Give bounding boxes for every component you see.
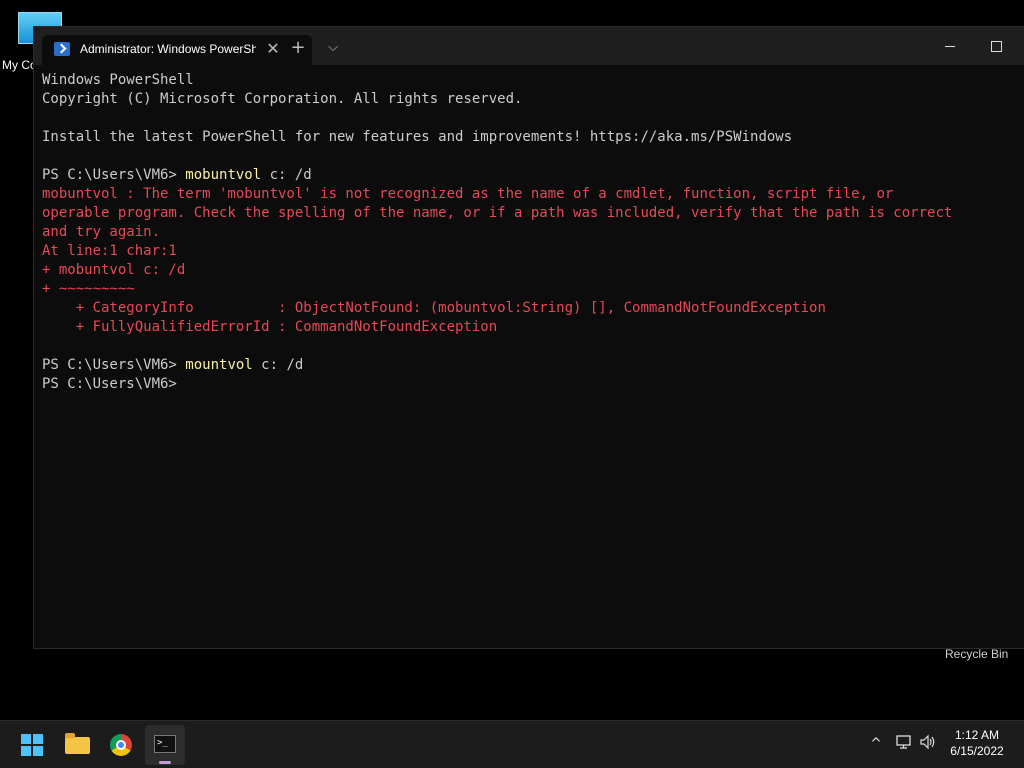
terminal-window: Administrator: Windows PowerShell ✕ + ⌵ … [33,26,1024,649]
speaker-glyph [920,734,935,750]
maximize-icon [991,41,1002,52]
console-line: and try again. [42,224,161,240]
command-text: mobuntvol [185,167,262,183]
minimize-button[interactable] [927,33,973,59]
prompt-text: PS C:\Users\VM6> [42,167,186,183]
console-line: + ~~~~~~~~~ [42,281,135,297]
folder-icon [65,733,90,754]
tray-overflow-chevron-icon[interactable]: ^ [866,734,886,754]
volume-icon[interactable] [918,734,938,754]
windows-logo-icon [33,734,43,744]
console-line: At line:1 char:1 [42,243,177,259]
console-line: PS C:\Users\VM6> mobuntvol c: /d [42,166,1024,185]
chrome-icon [110,734,132,756]
powershell-icon [54,42,70,56]
console-line: + FullyQualifiedErrorId : CommandNotFoun… [42,319,498,335]
taskbar: >_ ^ 1:12 AM 6/15/2022 [0,720,1024,768]
command-text: mountvol [185,357,253,373]
tab-title: Administrator: Windows PowerShell [80,42,256,56]
console-line: Copyright (C) Microsoft Corporation. All… [42,91,523,107]
prompt-text: PS C:\Users\VM6> [42,357,186,373]
console-line: Install the latest PowerShell for new fe… [42,129,793,145]
console-line: operable program. Check the spelling of … [42,205,953,221]
terminal-icon: >_ [154,735,176,753]
console-output[interactable]: Windows PowerShell Copyright (C) Microsof… [42,71,1024,648]
maximize-button[interactable] [973,33,1019,59]
title-bar[interactable]: Administrator: Windows PowerShell ✕ + ⌵ [34,27,1024,65]
prompt-text: PS C:\Users\VM6> [42,376,177,392]
network-icon[interactable] [894,734,914,754]
chrome-button[interactable] [101,725,141,765]
console-line: PS C:\Users\VM6> mountvol c: /d [42,356,1024,375]
tab-dropdown-button[interactable]: ⌵ [319,37,347,59]
new-tab-button[interactable]: + [284,37,312,59]
clock-date: 6/15/2022 [950,744,1004,758]
minimize-icon [945,46,955,47]
console-line: PS C:\Users\VM6> [42,375,1024,394]
clock-time: 1:12 AM [954,728,1000,742]
console-line: Windows PowerShell [42,72,194,88]
start-button[interactable] [12,725,52,765]
windows-logo-icon [33,746,43,756]
tab-powershell[interactable]: Administrator: Windows PowerShell ✕ [42,35,312,65]
console-line: + mobuntvol c: /d [42,262,186,278]
active-indicator [159,761,171,764]
network-monitor-glyph [896,735,911,749]
console-line: mobuntvol : The term 'mobuntvol' is not … [42,186,894,202]
command-args: c: /d [252,357,304,373]
windows-logo-icon [21,734,31,744]
console-line: + CategoryInfo : ObjectNotFound: (mobunt… [42,300,826,316]
desktop-icon-recycle-bin[interactable]: Recycle Bin [945,647,1008,661]
windows-logo-icon [21,746,31,756]
tab-close-icon[interactable]: ✕ [262,38,284,60]
file-explorer-button[interactable] [57,725,97,765]
command-args: c: /d [261,167,312,183]
desktop-icon-label: My Co [2,58,37,72]
terminal-taskbar-button[interactable]: >_ [145,725,185,765]
system-clock[interactable]: 1:12 AM 6/15/2022 [944,727,1010,759]
